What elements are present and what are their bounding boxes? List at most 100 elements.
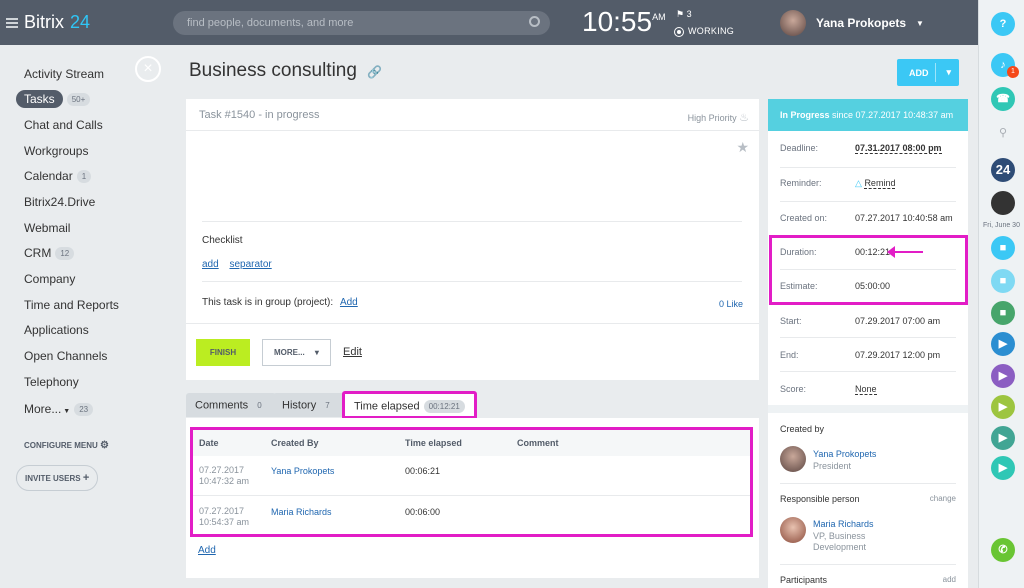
phone-icon[interactable]: ✆ xyxy=(991,538,1015,562)
sidebar-item-label: Telephony xyxy=(24,375,79,389)
counter-badge: 00:12:21 xyxy=(423,400,465,413)
sidebar-item-crm[interactable]: CRM 12 xyxy=(24,246,75,261)
more-button[interactable]: MORE... ▾ xyxy=(262,339,331,366)
tab-comments[interactable]: Comments 0 xyxy=(186,393,276,417)
row-user-link[interactable]: Maria Richards xyxy=(271,507,332,517)
tab-time-elapsed[interactable]: Time elapsed 00:12:21 xyxy=(342,391,477,419)
sidebar-item-label: Time and Reports xyxy=(24,298,119,312)
chevron-down-icon[interactable]: ▾ xyxy=(946,67,951,78)
megaphone-icon[interactable]: ▶ xyxy=(991,332,1015,356)
link-icon[interactable]: 🔗 xyxy=(367,65,382,79)
table-header: Date Created By Time elapsed Comment xyxy=(193,430,750,456)
row-user-link[interactable]: Yana Prokopets xyxy=(271,466,334,476)
finish-button[interactable]: FINISH xyxy=(196,339,250,366)
invite-users-button[interactable]: INVITE USERS + xyxy=(16,465,99,491)
search-input[interactable]: find people, documents, and more xyxy=(173,11,550,35)
day-label: Fri, June 30 xyxy=(983,222,1020,229)
page-title: Business consulting 🔗 xyxy=(189,60,382,82)
lock-icon[interactable]: ■ xyxy=(991,269,1015,293)
like-count: 0 xyxy=(718,299,724,309)
right-bar: ? ♪ 1 ☎ ⚲ 24 Fri, June 30 ■ ■ ■ ▶ ▶ ▶ ▶ … xyxy=(978,0,1024,588)
sidebar-item-activity-stream[interactable]: Activity Stream xyxy=(24,67,104,81)
user-name: Yana Prokopets xyxy=(816,16,907,30)
change-link[interactable]: change xyxy=(930,494,956,503)
field-label: Estimate: xyxy=(780,281,818,291)
brand-logo[interactable]: Bitrix 24 xyxy=(6,12,90,33)
creator-link[interactable]: Yana Prokopets xyxy=(813,449,876,459)
score-value[interactable]: None xyxy=(855,384,877,395)
search-icon[interactable] xyxy=(529,16,540,27)
sidebar-item-time-reports[interactable]: Time and Reports xyxy=(24,298,119,312)
configure-menu-button[interactable]: CONFIGURE MENU ⚙ xyxy=(24,440,109,451)
add-button[interactable]: ADD ▾ xyxy=(897,59,959,86)
avatar xyxy=(780,10,806,36)
elapsed-table: Date Created By Time elapsed Comment 07.… xyxy=(190,427,753,537)
divider xyxy=(202,221,742,222)
row-date: 07.27.2017 xyxy=(199,465,245,475)
row-time: 10:47:32 am xyxy=(199,476,250,486)
priority-toggle[interactable]: High Priority ♨ xyxy=(688,111,749,124)
user-menu[interactable]: Yana Prokopets ▼ xyxy=(780,10,924,36)
lock-icon[interactable]: ■ xyxy=(991,236,1015,260)
avatar[interactable] xyxy=(780,446,806,472)
sidebar-item-workgroups[interactable]: Workgroups xyxy=(24,144,88,158)
like-button[interactable]: 0 Like xyxy=(719,299,743,309)
brand-number: 24 xyxy=(70,12,91,32)
close-icon[interactable]: × xyxy=(135,56,161,82)
plus-icon: + xyxy=(82,472,90,484)
time-elapsed-panel: Date Created By Time elapsed Comment 07.… xyxy=(186,418,759,578)
sidebar-item-drive[interactable]: Bitrix24.Drive xyxy=(24,195,95,209)
star-icon[interactable]: ★ xyxy=(736,139,749,156)
avatar[interactable] xyxy=(780,517,806,543)
sidebar-item-chat[interactable]: Chat and Calls xyxy=(24,118,103,132)
sidebar-item-company[interactable]: Company xyxy=(24,272,75,286)
responsible-link[interactable]: Maria Richards xyxy=(813,519,874,529)
creator-title: President xyxy=(813,461,852,471)
field-label: Reminder: xyxy=(780,178,822,188)
sidebar-item-calendar[interactable]: Calendar 1 xyxy=(24,169,92,184)
field-value: 07.27.2017 10:40:58 am xyxy=(855,213,953,223)
sidebar-item-more[interactable]: More... ▼ 23 xyxy=(24,402,94,417)
checklist-add-link[interactable]: add xyxy=(202,259,219,270)
tab-label: Comments xyxy=(195,399,249,412)
remind-link[interactable]: △ Remind xyxy=(855,178,896,189)
flag-counter[interactable]: ⚑ 3 xyxy=(676,9,692,20)
sidebar-item-applications[interactable]: Applications xyxy=(24,323,89,337)
lock-icon[interactable]: ■ xyxy=(991,301,1015,325)
invite-label: INVITE USERS xyxy=(25,474,81,483)
avatar[interactable] xyxy=(991,191,1015,215)
tab-history[interactable]: History 7 xyxy=(273,393,344,417)
group-add-link[interactable]: Add xyxy=(340,297,358,308)
sidebar-item-label: Calendar xyxy=(24,169,73,183)
megaphone-icon[interactable]: ▶ xyxy=(991,364,1015,388)
record-icon xyxy=(674,26,684,37)
deadline-value[interactable]: 07.31.2017 08:00 pm xyxy=(855,143,942,154)
add-time-link[interactable]: Add xyxy=(198,545,216,556)
bitrix24-icon[interactable]: 24 xyxy=(991,158,1015,182)
participants-label: Participants xyxy=(780,575,828,585)
sidebar-item-label: Open Channels xyxy=(24,349,108,363)
participants-add-link[interactable]: add xyxy=(943,575,956,584)
chat-icon[interactable]: ☎ xyxy=(991,87,1015,111)
help-icon[interactable]: ? xyxy=(991,12,1015,36)
megaphone-icon[interactable]: ▶ xyxy=(991,456,1015,480)
checklist-separator-link[interactable]: separator xyxy=(229,259,271,270)
sidebar-item-label: Tasks xyxy=(16,90,63,108)
sidebar-item-webmail[interactable]: Webmail xyxy=(24,221,70,235)
divider xyxy=(780,337,956,338)
sidebar-item-tasks[interactable]: Tasks 50+ xyxy=(16,90,91,108)
notification-badge: 1 xyxy=(1007,66,1019,78)
duration-highlight xyxy=(769,235,968,305)
megaphone-icon[interactable]: ▶ xyxy=(991,426,1015,450)
menu-icon[interactable] xyxy=(6,17,18,28)
clock[interactable]: 10:55AM xyxy=(582,6,666,38)
sidebar-item-open-channels[interactable]: Open Channels xyxy=(24,349,107,363)
edit-link[interactable]: Edit xyxy=(343,346,362,358)
fire-icon: ♨ xyxy=(739,112,749,124)
sidebar-item-label: CRM xyxy=(24,246,52,260)
sidebar-item-telephony[interactable]: Telephony xyxy=(24,375,79,389)
megaphone-icon[interactable]: ▶ xyxy=(991,395,1015,419)
work-status[interactable]: WORKING xyxy=(674,26,734,37)
search-icon[interactable]: ⚲ xyxy=(991,121,1015,145)
group-row: This task is in group (project): Add xyxy=(202,297,358,308)
